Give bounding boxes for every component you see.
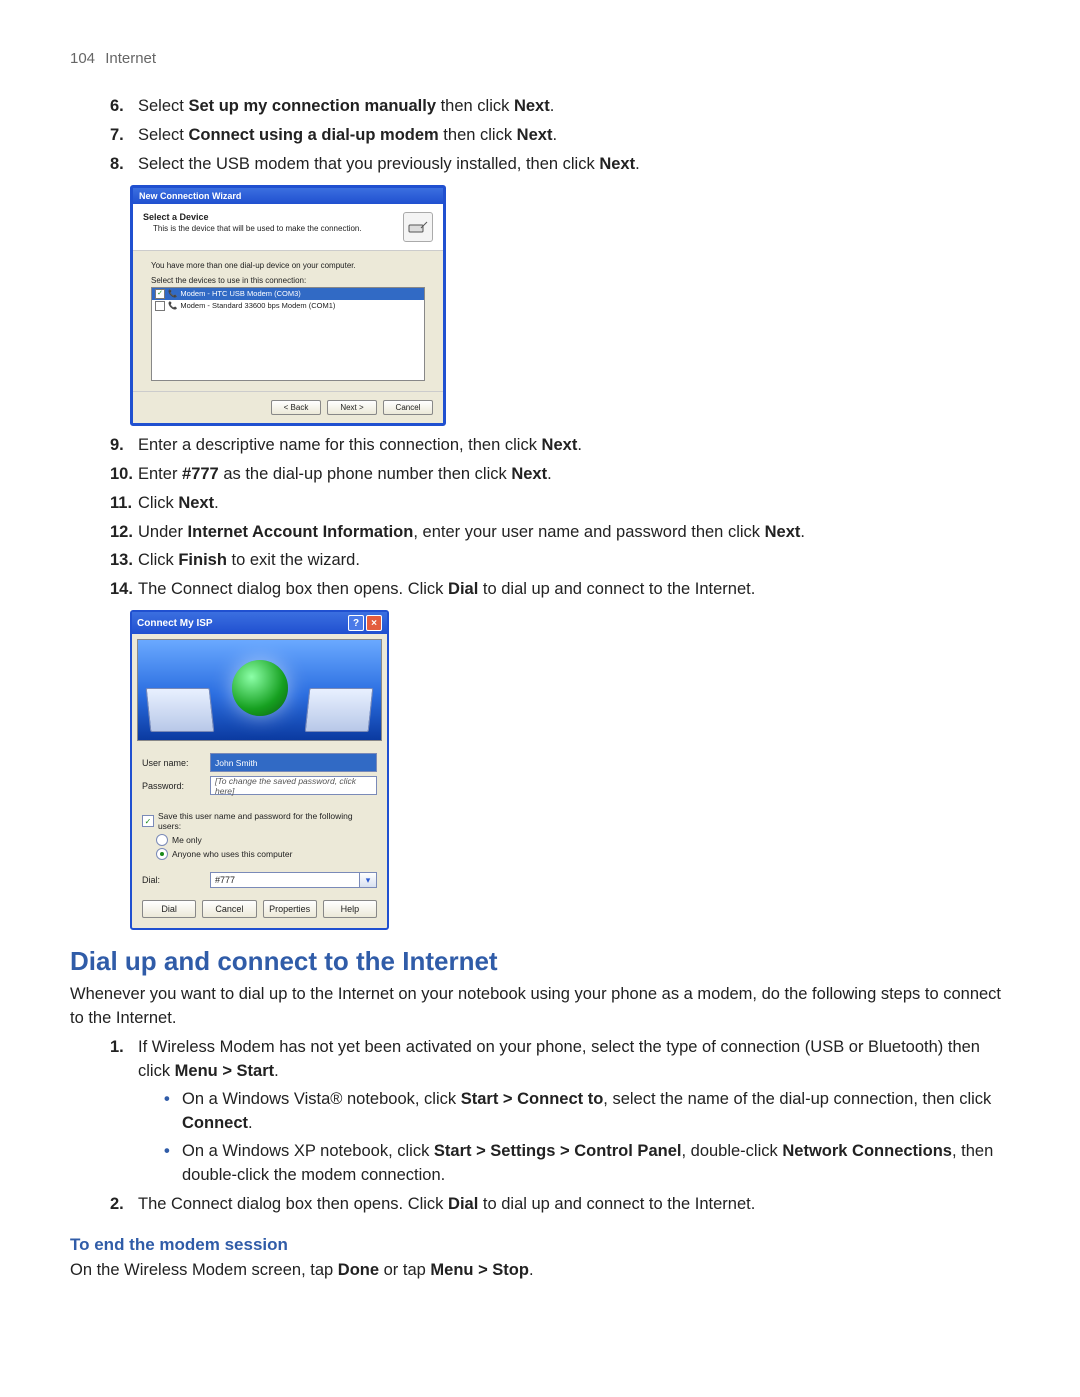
- device-checkbox[interactable]: ✓: [155, 289, 165, 299]
- section-intro: Whenever you want to dial up to the Inte…: [70, 983, 1010, 1031]
- bullet-item: On a Windows Vista® notebook, click Star…: [164, 1088, 1010, 1136]
- device-row[interactable]: ✓📞Modem - HTC USB Modem (COM3): [152, 288, 424, 300]
- connect-titlebar: Connect My ISP ? ×: [132, 612, 387, 634]
- steps-list-c: 1.If Wireless Modem has not yet been act…: [110, 1036, 1010, 1216]
- step-item: 9.Enter a descriptive name for this conn…: [110, 434, 1010, 458]
- step-item: 11.Click Next.: [110, 492, 1010, 516]
- wizard-header-panel: Select a Device This is the device that …: [133, 204, 443, 251]
- manual-page: 104 Internet 6.Select Set up my connecti…: [0, 0, 1080, 1337]
- save-checkbox[interactable]: ✓: [142, 815, 154, 827]
- properties-button[interactable]: Properties: [263, 900, 317, 918]
- wizard-list-label: Select the devices to use in this connec…: [151, 276, 425, 285]
- device-row[interactable]: 📞Modem - Standard 33600 bps Modem (COM1): [152, 300, 424, 312]
- next-button[interactable]: Next >: [327, 400, 377, 415]
- page-number: 104: [70, 50, 95, 67]
- password-input[interactable]: [To change the saved password, click her…: [210, 776, 377, 795]
- close-icon[interactable]: ×: [366, 615, 382, 631]
- radio-anyone-label: Anyone who uses this computer: [172, 849, 292, 859]
- wizard-titlebar: New Connection Wizard: [133, 188, 443, 204]
- device-label: Modem - Standard 33600 bps Modem (COM1): [180, 301, 335, 310]
- username-input[interactable]: John Smith: [210, 753, 377, 772]
- cancel-button[interactable]: Cancel: [202, 900, 256, 918]
- step-item: 10.Enter #777 as the dial-up phone numbe…: [110, 463, 1010, 487]
- wizard-footer: < Back Next > Cancel: [133, 391, 443, 423]
- step-item: 1.If Wireless Modem has not yet been act…: [110, 1036, 1010, 1188]
- steps-list-b: 9.Enter a descriptive name for this conn…: [110, 434, 1010, 603]
- wizard-dialog: New Connection Wizard Select a Device Th…: [130, 185, 446, 426]
- step-item: 2.The Connect dialog box then opens. Cli…: [110, 1193, 1010, 1217]
- page-header: 104 Internet: [70, 50, 1010, 67]
- save-checkbox-label: Save this user name and password for the…: [158, 811, 377, 831]
- connect-dialog: Connect My ISP ? × User name: John Smith…: [130, 610, 389, 930]
- step-item: 6.Select Set up my connection manually t…: [110, 95, 1010, 119]
- back-button[interactable]: < Back: [271, 400, 321, 415]
- step-item: 12.Under Internet Account Information, e…: [110, 521, 1010, 545]
- modem-icon: 📞: [168, 289, 177, 298]
- wizard-body: You have more than one dial-up device on…: [133, 251, 443, 391]
- section-heading: Dial up and connect to the Internet: [70, 946, 1010, 977]
- sub-body: On the Wireless Modem screen, tap Done o…: [70, 1259, 1010, 1283]
- help-icon[interactable]: ?: [348, 615, 364, 631]
- device-label: Modem - HTC USB Modem (COM3): [180, 289, 300, 298]
- radio-me-only[interactable]: [156, 834, 168, 846]
- device-listbox[interactable]: ✓📞Modem - HTC USB Modem (COM3)📞Modem - S…: [151, 287, 425, 381]
- sub-heading: To end the modem session: [70, 1235, 1010, 1255]
- radio-me-only-label: Me only: [172, 835, 202, 845]
- bullet-item: On a Windows XP notebook, click Start > …: [164, 1140, 1010, 1188]
- chapter-name: Internet: [105, 50, 156, 67]
- connect-button-row: Dial Cancel Properties Help: [132, 896, 387, 928]
- dial-row: Dial: #777 ▾: [132, 866, 387, 896]
- wizard-subheading: This is the device that will be used to …: [143, 224, 362, 233]
- wizard-heading: Select a Device: [143, 212, 362, 222]
- username-label: User name:: [142, 758, 200, 768]
- step-item: 14.The Connect dialog box then opens. Cl…: [110, 578, 1010, 602]
- radio-anyone[interactable]: [156, 848, 168, 860]
- modem-icon: 📞: [168, 301, 177, 310]
- step-item: 8.Select the USB modem that you previous…: [110, 153, 1010, 177]
- sub-bullets: On a Windows Vista® notebook, click Star…: [164, 1088, 1010, 1188]
- chevron-down-icon[interactable]: ▾: [360, 872, 377, 888]
- connect-hero-image: [137, 639, 382, 741]
- modem-icon: [403, 212, 433, 242]
- help-button[interactable]: Help: [323, 900, 377, 918]
- cancel-button[interactable]: Cancel: [383, 400, 433, 415]
- connect-title: Connect My ISP: [137, 618, 213, 629]
- device-checkbox[interactable]: [155, 301, 165, 311]
- connect-form: User name: John Smith Password: [To chan…: [132, 741, 387, 805]
- save-credentials-group: ✓ Save this user name and password for t…: [132, 805, 387, 866]
- password-label: Password:: [142, 781, 200, 791]
- dial-button[interactable]: Dial: [142, 900, 196, 918]
- steps-list-a: 6.Select Set up my connection manually t…: [110, 95, 1010, 177]
- step-item: 13.Click Finish to exit the wizard.: [110, 549, 1010, 573]
- step-item: 7.Select Connect using a dial-up modem t…: [110, 124, 1010, 148]
- dial-label: Dial:: [142, 875, 200, 885]
- dial-combo-input[interactable]: #777: [210, 872, 360, 888]
- wizard-intro: You have more than one dial-up device on…: [151, 261, 425, 270]
